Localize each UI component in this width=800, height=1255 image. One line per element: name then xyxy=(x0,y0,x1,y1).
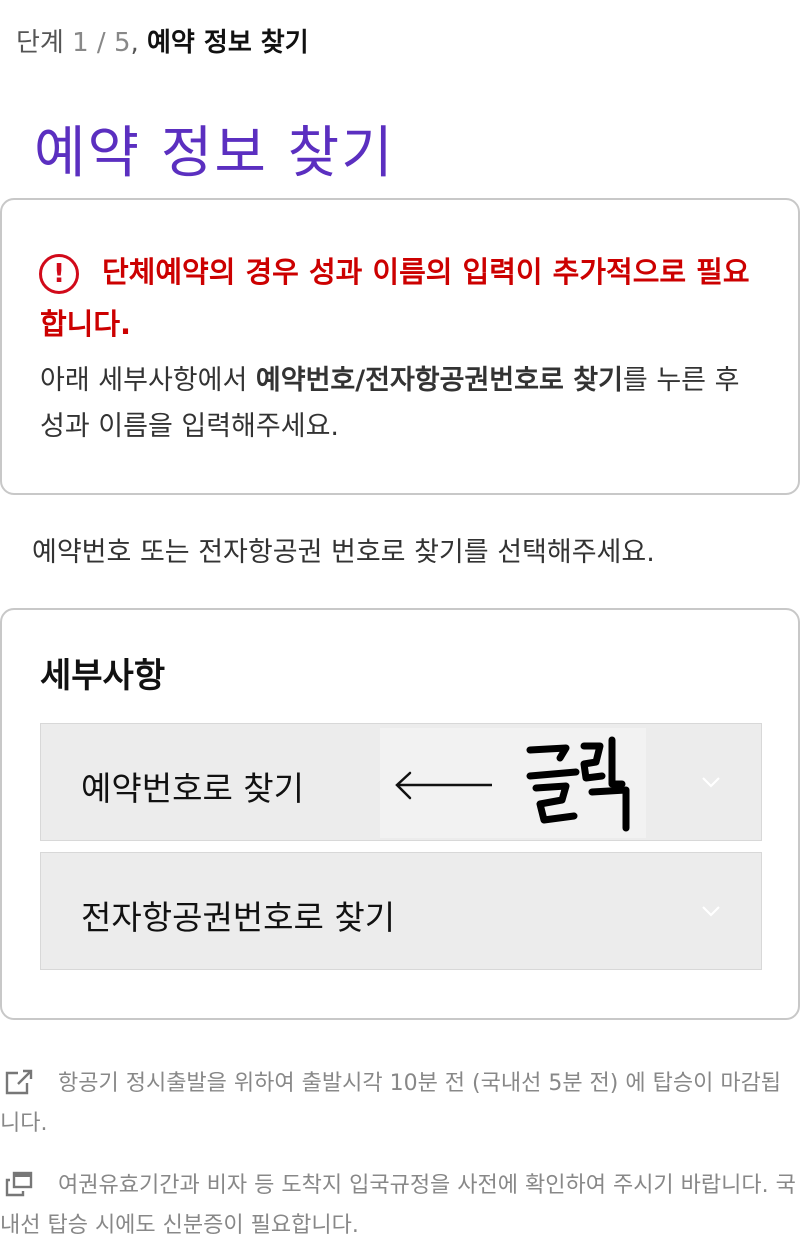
guide-text: 예약번호 또는 전자항공권 번호로 찾기를 선택해주세요. xyxy=(32,537,655,568)
footer-passport-text: 여권유효기간과 비자 등 도착지 입국규정을 사전에 확인하여 주시기 바랍니다… xyxy=(0,1173,796,1238)
chevron-down-icon xyxy=(702,906,720,917)
step-separator: , xyxy=(130,28,139,58)
click-annotation xyxy=(380,728,646,838)
handwritten-click-mark xyxy=(526,736,630,832)
accordion-eticket-number[interactable]: 전자항공권번호로 찾기 xyxy=(40,852,762,970)
step-indicator: 단계 1 / 5, 예약 정보 찾기 xyxy=(16,22,309,59)
notice-warning-text: 단체예약의 경우 성과 이름의 입력이 추가적으로 필요합니다. xyxy=(40,255,750,341)
step-prefix: 단계 xyxy=(16,28,64,58)
chevron-down-icon xyxy=(702,777,720,788)
notice-description: 아래 세부사항에서 예약번호/전자항공권번호로 찾기를 누른 후 성과 이름을 … xyxy=(40,358,770,450)
step-current: 예약 정보 찾기 xyxy=(147,28,309,58)
step-progress: 1 / 5 xyxy=(72,28,131,58)
footer-boarding-text: 항공기 정시출발을 위하여 출발시각 10분 전 (국내선 5분 전) 에 탑승… xyxy=(0,1071,782,1136)
footer-notice-passport: 여권유효기간과 비자 등 도착지 입국규정을 사전에 확인하여 주시기 바랍니다… xyxy=(0,1166,800,1246)
left-arrow-annotation-icon xyxy=(395,736,630,832)
details-title: 세부사항 xyxy=(40,656,166,696)
notice-desc-bold: 예약번호/전자항공권번호로 찾기 xyxy=(255,365,623,396)
accordion-label: 전자항공권번호로 찾기 xyxy=(81,898,396,937)
new-window-icon[interactable] xyxy=(4,1171,34,1197)
external-link-icon[interactable] xyxy=(4,1069,34,1095)
page-title: 예약 정보 찾기 xyxy=(34,121,395,186)
accordion-label: 예약번호로 찾기 xyxy=(81,769,305,808)
footer-notice-boarding: 항공기 정시출발을 위하여 출발시각 10분 전 (국내선 5분 전) 에 탑승… xyxy=(0,1064,800,1144)
notice-desc-pre: 아래 세부사항에서 xyxy=(40,365,256,396)
